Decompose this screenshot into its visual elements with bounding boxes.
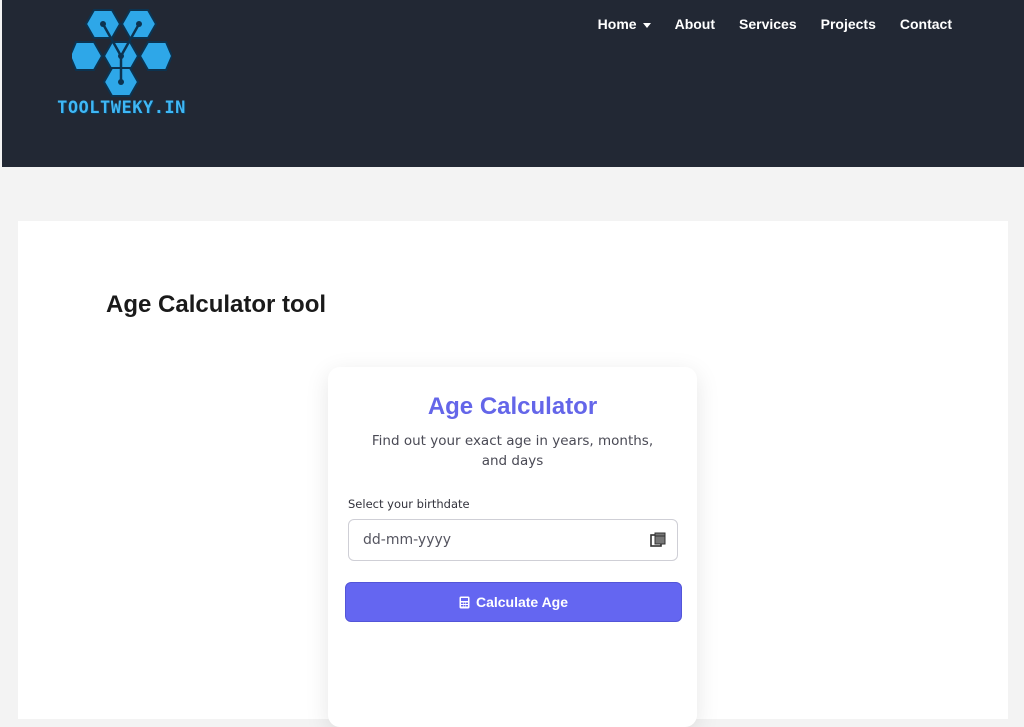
nav-item-projects-label: Projects — [820, 16, 876, 32]
nav-item-contact[interactable]: Contact — [888, 14, 964, 34]
calculator-icon — [459, 596, 470, 608]
nav-item-services-label: Services — [739, 16, 797, 32]
calendar-icon[interactable] — [649, 531, 667, 549]
logo-cube-icon — [72, 9, 172, 97]
calculate-age-label: Calculate Age — [475, 594, 569, 610]
nav-item-home[interactable]: Home — [586, 14, 663, 34]
calculate-age-button[interactable]: Calculate Age — [345, 582, 682, 622]
nav-item-home-label: Home — [597, 16, 637, 32]
age-calculator-card: Age Calculator Find out your exact age i… — [328, 367, 697, 727]
calculator-subtitle: Find out your exact age in years, months… — [371, 433, 654, 469]
nav-item-contact-label: Contact — [899, 16, 952, 32]
page-title: Age Calculator tool — [106, 291, 327, 318]
chevron-down-icon — [642, 22, 651, 28]
site-header: TOOLTWEKY.IN Home About Services Project… — [2, 0, 1024, 167]
birthdate-placeholder: dd-mm-yyyy — [363, 532, 452, 548]
nav-item-projects[interactable]: Projects — [809, 14, 888, 34]
birthdate-label: Select your birthdate — [348, 497, 470, 511]
main-nav: Home About Services Projects Contact — [586, 14, 964, 34]
site-logo[interactable]: TOOLTWEKY.IN — [54, 6, 189, 124]
nav-item-about-label: About — [674, 16, 716, 32]
nav-item-about[interactable]: About — [663, 14, 727, 34]
logo-text: TOOLTWEKY.IN — [57, 98, 186, 118]
birthdate-input[interactable]: dd-mm-yyyy — [348, 519, 678, 561]
calculator-title: Age Calculator — [427, 393, 598, 420]
nav-item-services[interactable]: Services — [727, 14, 809, 34]
main-content: Age Calculator tool Age Calculator Find … — [18, 221, 1008, 727]
